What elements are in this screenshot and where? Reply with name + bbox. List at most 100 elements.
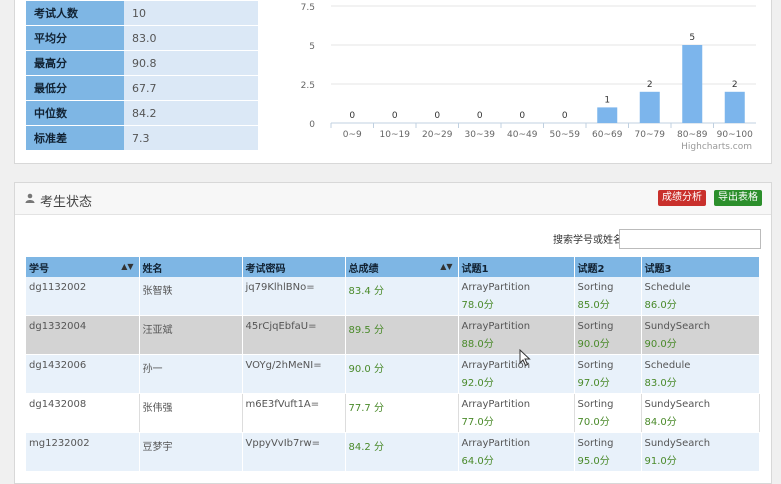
data-label: 2 [647, 80, 653, 90]
total-score-value: 90.0 分 [348, 364, 384, 375]
stat-row: 平均分 83.0 [26, 25, 258, 51]
data-label: 0 [562, 111, 568, 121]
total-score-value: 84.2 分 [348, 442, 384, 453]
question-name: SundySearch [644, 321, 711, 332]
column-header-total[interactable]: 总成绩 ▲▼ [345, 257, 459, 277]
statistics-table: 考试人数 10 平均分 83.0 最高分 90.8 最低分 67.7 中位数 84.2 标… [26, 1, 258, 151]
table-row[interactable]: mg1232002 豆梦宇 VppyVvIb7rw= 84.2 分 ArrayParti… [26, 432, 760, 472]
student-name: 张智轶 [139, 277, 243, 316]
student-id: dg1432008 [26, 393, 140, 433]
question-name: Sorting [577, 438, 614, 449]
question-name: Sorting [577, 360, 614, 371]
stat-value: 10 [124, 1, 258, 26]
question-score: 88.0分 [461, 339, 494, 350]
statistics-panel: 考试人数 10 平均分 83.0 最高分 90.8 最低分 67.7 中位数 84.2 标… [14, 0, 772, 164]
y-tick-label: 5 [309, 42, 315, 52]
total-score-value: 83.4 分 [348, 286, 384, 297]
column-header-label: 学号 [29, 263, 49, 275]
exam-password: VOYg/2hMeNI= [242, 354, 346, 394]
question-name: ArrayPartition [461, 399, 531, 410]
table-row[interactable]: dg1332004 汪亚斌 45rCjqEbfaU= 89.5 分 ArrayParti… [26, 315, 760, 355]
y-tick-label: 2.5 [301, 81, 315, 91]
student-id: dg1332004 [26, 315, 140, 355]
column-header-label: 总成绩 [348, 263, 379, 275]
question-score: 70.0分 [577, 417, 610, 428]
question3-cell: SundySearch 90.0分 [641, 315, 760, 355]
question-score: 97.0分 [577, 378, 610, 389]
column-header-password[interactable]: 考试密码 [242, 257, 346, 277]
sort-icon[interactable]: ▲▼ [121, 262, 133, 271]
total-score: 89.5 分 [345, 315, 459, 355]
student-id: mg1232002 [26, 432, 140, 472]
stat-value: 83.0 [124, 25, 258, 51]
question-score: 83.0分 [644, 378, 677, 389]
question-name: Sorting [577, 399, 614, 410]
y-tick-label: 7.5 [301, 3, 315, 13]
question3-cell: Schedule 83.0分 [641, 354, 760, 394]
question3-cell: Schedule 86.0分 [641, 277, 760, 316]
panel-title: 考生状态 [40, 195, 93, 210]
question-name: ArrayPartition [461, 321, 531, 332]
question-score: 64.0分 [461, 456, 494, 467]
question3-cell: SundySearch 84.0分 [641, 393, 760, 433]
table-row[interactable]: dg1432008 张伟强 m6E3fVuft1A= 77.7 分 ArrayParti… [26, 393, 760, 433]
student-table: 学号 ▲▼ 姓名 考试密码 总成绩 ▲▼ 试题1 试题2 试题3 dg1132002… [26, 257, 760, 472]
stat-value: 90.8 [124, 50, 258, 76]
data-label: 0 [349, 111, 355, 121]
question1-cell: ArrayPartition 92.0分 [458, 354, 575, 394]
exam-password: m6E3fVuft1A= [242, 393, 346, 433]
column-header-question1[interactable]: 试题1 [458, 257, 575, 277]
score-analysis-button[interactable]: 成绩分析 [658, 190, 706, 206]
question2-cell: Sorting 97.0分 [574, 354, 642, 394]
question-score: 90.0分 [644, 339, 677, 350]
total-score: 84.2 分 [345, 432, 459, 472]
stat-row: 最低分 67.7 [26, 75, 258, 101]
question2-cell: Sorting 70.0分 [574, 393, 642, 433]
column-header-label: 姓名 [142, 263, 163, 275]
stat-row: 标准差 7.3 [26, 125, 258, 151]
question-score: 78.0分 [461, 300, 494, 311]
status-panel-header: 考生状态 成绩分析 导出表格 [15, 183, 771, 215]
x-tick-label: 40~49 [507, 130, 538, 140]
exam-status-panel: 考生状态 成绩分析 导出表格 搜索学号或姓名 学号 ▲▼ 姓名 考试密码 总成绩 ▲… [14, 182, 772, 484]
question-score: 77.0分 [461, 417, 494, 428]
student-name: 孙一 [139, 354, 243, 394]
table-row[interactable]: dg1132002 张智轶 jq79KlhlBNo= 83.4 分 ArrayParti… [26, 277, 760, 316]
column-header-id[interactable]: 学号 ▲▼ [26, 257, 140, 277]
x-tick-label: 30~39 [465, 130, 496, 140]
question-score: 85.0分 [577, 300, 610, 311]
column-header-question3[interactable]: 试题3 [641, 257, 760, 277]
bar [639, 91, 660, 123]
data-label: 0 [519, 111, 525, 121]
question-score: 92.0分 [461, 378, 494, 389]
question3-cell: SundySearch 91.0分 [641, 432, 760, 472]
question1-cell: ArrayPartition 88.0分 [458, 315, 575, 355]
export-table-button[interactable]: 导出表格 [714, 190, 762, 206]
exam-password: jq79KlhlBNo= [242, 277, 346, 316]
column-header-name[interactable]: 姓名 [139, 257, 243, 277]
column-header-question2[interactable]: 试题2 [574, 257, 642, 277]
x-tick-label: 20~29 [422, 130, 453, 140]
x-tick-label: 60~69 [592, 130, 623, 140]
stat-label: 中位数 [26, 100, 124, 126]
table-row[interactable]: dg1432006 孙一 VOYg/2hMeNI= 90.0 分 ArrayPartit… [26, 354, 760, 394]
exam-password: VppyVvIb7rw= [242, 432, 346, 472]
x-tick-label: 0~9 [343, 130, 362, 140]
student-name: 张伟强 [139, 393, 243, 433]
question-name: Schedule [644, 282, 691, 293]
stat-label: 最低分 [26, 75, 124, 101]
exam-password: 45rCjqEbfaU= [242, 315, 346, 355]
stat-value: 84.2 [124, 100, 258, 126]
data-label: 2 [732, 80, 738, 90]
question1-cell: ArrayPartition 77.0分 [458, 393, 575, 433]
question2-cell: Sorting 95.0分 [574, 432, 642, 472]
column-header-label: 考试密码 [245, 263, 286, 275]
question-name: ArrayPartition [461, 282, 531, 293]
x-tick-label: 70~79 [635, 130, 666, 140]
search-input[interactable] [619, 229, 761, 249]
question-score: 91.0分 [644, 456, 677, 467]
x-tick-label: 90~100 [717, 130, 753, 140]
stat-value: 7.3 [124, 125, 258, 151]
question-score: 84.0分 [644, 417, 677, 428]
sort-icon[interactable]: ▲▼ [440, 262, 452, 271]
